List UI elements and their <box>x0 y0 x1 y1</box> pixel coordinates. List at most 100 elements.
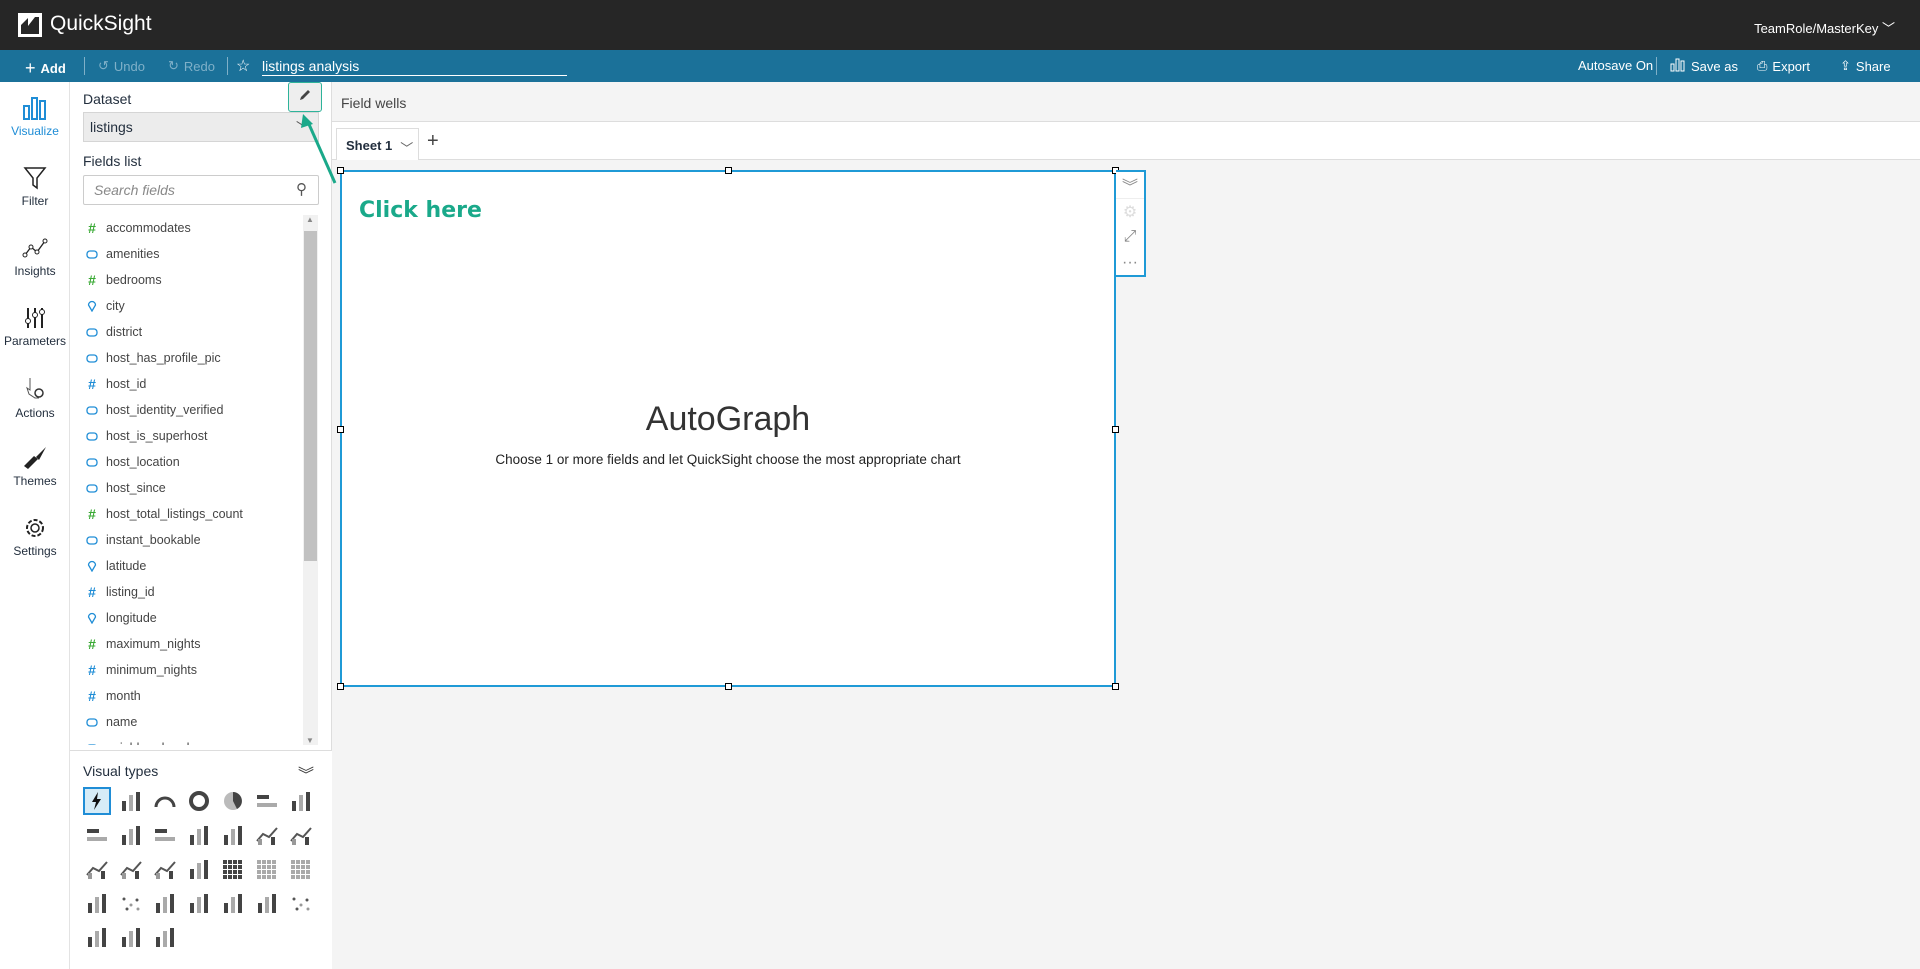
field-item[interactable]: instant_bookable <box>83 527 303 553</box>
histogram-icon[interactable] <box>151 889 179 917</box>
field-item[interactable]: name <box>83 709 303 735</box>
chevron-down-icon[interactable]: ﹀ <box>400 138 413 160</box>
autosave-toggle[interactable]: Autosave On <box>1578 58 1653 73</box>
box-plot-icon[interactable] <box>185 855 213 883</box>
scrollbar-thumb[interactable] <box>304 231 317 561</box>
combo-bar-line-icon[interactable] <box>83 855 111 883</box>
chevron-down-icon: ﹀ <box>296 120 310 136</box>
resize-handle[interactable] <box>1112 683 1119 690</box>
line-icon[interactable] <box>253 821 281 849</box>
app-title[interactable]: QuickSight <box>50 12 152 36</box>
stacked-vbar-icon[interactable] <box>185 821 213 849</box>
field-item[interactable]: latitude <box>83 553 303 579</box>
stacked-area-icon[interactable] <box>151 855 179 883</box>
export-button[interactable]: ⎙ Export <box>1757 58 1810 74</box>
clustered-vbar-icon[interactable] <box>117 821 145 849</box>
pivot-table-icon[interactable] <box>287 855 315 883</box>
resize-handle[interactable] <box>725 683 732 690</box>
field-item[interactable]: # host_total_listings_count <box>83 501 303 527</box>
field-item[interactable]: neighbourhood <box>83 735 303 745</box>
user-menu[interactable]: TeamRole/MasterKey ﹀ <box>1754 18 1895 37</box>
settings-gear-icon[interactable]: ⚙ <box>1116 198 1144 224</box>
filled-map-icon[interactable] <box>253 889 281 917</box>
more-options-icon[interactable]: ··· <box>1116 250 1144 276</box>
field-item[interactable]: host_since <box>83 475 303 501</box>
word-cloud-icon[interactable] <box>117 923 145 951</box>
dataset-select[interactable]: listings ﹀ <box>83 112 319 142</box>
analysis-name-input[interactable] <box>262 56 567 76</box>
waterfall-icon[interactable] <box>219 821 247 849</box>
field-item[interactable]: host_identity_verified <box>83 397 303 423</box>
field-item[interactable]: host_has_profile_pic <box>83 345 303 371</box>
field-item[interactable]: amenities <box>83 241 303 267</box>
expand-icon[interactable]: ⤢ <box>1116 224 1144 250</box>
field-item[interactable]: # listing_id <box>83 579 303 605</box>
sidebar-item-parameters[interactable]: Parameters <box>0 306 70 348</box>
vertical-bar-icon[interactable] <box>287 787 315 815</box>
horizontal-bar-icon[interactable] <box>253 787 281 815</box>
search-fields-input[interactable] <box>83 175 319 205</box>
collapse-chevron-icon[interactable]: ︾ <box>298 761 314 785</box>
sidebar-item-visualize[interactable]: Visualize <box>0 96 70 138</box>
area-icon[interactable] <box>287 821 315 849</box>
table-icon[interactable] <box>253 855 281 883</box>
fields-scrollbar[interactable]: ▲ ▼ <box>303 215 318 745</box>
insight-icon[interactable] <box>83 923 111 951</box>
funnel-icon[interactable] <box>185 889 213 917</box>
scroll-down-icon[interactable]: ▼ <box>306 736 314 745</box>
kpi-icon[interactable] <box>117 787 145 815</box>
pie-icon[interactable] <box>219 787 247 815</box>
search-icon[interactable]: ⚲ <box>296 180 307 198</box>
points-map-icon[interactable] <box>287 889 315 917</box>
resize-handle[interactable] <box>337 683 344 690</box>
field-item[interactable]: host_location <box>83 449 303 475</box>
autosave-label: Autosave On <box>1578 58 1654 73</box>
custom-visual-icon[interactable] <box>151 923 179 951</box>
sankey-icon[interactable] <box>219 889 247 917</box>
sidebar-item-actions[interactable]: Actions <box>0 376 70 420</box>
edit-dataset-button[interactable] <box>288 82 322 112</box>
field-item[interactable]: city <box>83 293 303 319</box>
sidebar-item-filter[interactable]: Filter <box>0 166 70 208</box>
field-item[interactable]: # maximum_nights <box>83 631 303 657</box>
dimension-hash-icon: # <box>88 584 96 600</box>
field-item[interactable]: # host_id <box>83 371 303 397</box>
sidebar-item-themes[interactable]: Themes <box>0 446 70 488</box>
field-item[interactable]: # month <box>83 683 303 709</box>
geo-pin-icon <box>86 300 98 312</box>
add-sheet-button[interactable]: + <box>427 130 439 153</box>
resize-handle[interactable] <box>337 167 344 174</box>
string-tag-icon <box>86 716 98 728</box>
donut-icon[interactable] <box>185 787 213 815</box>
stacked-hbar-icon[interactable] <box>151 821 179 849</box>
field-wells-bar[interactable]: Field wells <box>332 82 1920 122</box>
undo-button[interactable]: ↺ Undo <box>98 58 145 74</box>
redo-button[interactable]: ↻ Redo <box>168 58 215 74</box>
tab-sheet-1[interactable]: Sheet 1 ﹀ <box>336 128 419 160</box>
sidebar-item-insights[interactable]: Insights <box>0 236 70 278</box>
autograph-visual[interactable]: Click here AutoGraph Choose 1 or more fi… <box>337 167 1119 690</box>
clustered-hbar-icon[interactable] <box>83 821 111 849</box>
quicksight-logo-icon[interactable] <box>18 13 42 37</box>
collapse-visual-icon[interactable]: ︾ <box>1116 172 1144 198</box>
export-label: Export <box>1772 58 1810 74</box>
gauge-icon[interactable] <box>151 787 179 815</box>
field-item[interactable]: district <box>83 319 303 345</box>
heatmap-icon[interactable] <box>219 855 247 883</box>
scroll-up-icon[interactable]: ▲ <box>306 215 314 224</box>
scatter-icon[interactable] <box>117 889 145 917</box>
sidebar-item-settings[interactable]: Settings <box>0 516 70 558</box>
resize-handle[interactable] <box>725 167 732 174</box>
field-item[interactable]: longitude <box>83 605 303 631</box>
field-item[interactable]: # bedrooms <box>83 267 303 293</box>
share-button[interactable]: ⇪ Share <box>1840 58 1891 74</box>
favorite-star-icon[interactable]: ☆ <box>236 56 250 76</box>
field-item[interactable]: host_is_superhost <box>83 423 303 449</box>
add-button[interactable]: + Add <box>25 58 66 79</box>
autograph-icon[interactable] <box>83 787 111 815</box>
field-item[interactable]: # minimum_nights <box>83 657 303 683</box>
combo-stacked-line-icon[interactable] <box>117 855 145 883</box>
tree-map-icon[interactable] <box>83 889 111 917</box>
save-as-button[interactable]: Save as <box>1670 58 1738 75</box>
field-item[interactable]: # accommodates <box>83 215 303 241</box>
